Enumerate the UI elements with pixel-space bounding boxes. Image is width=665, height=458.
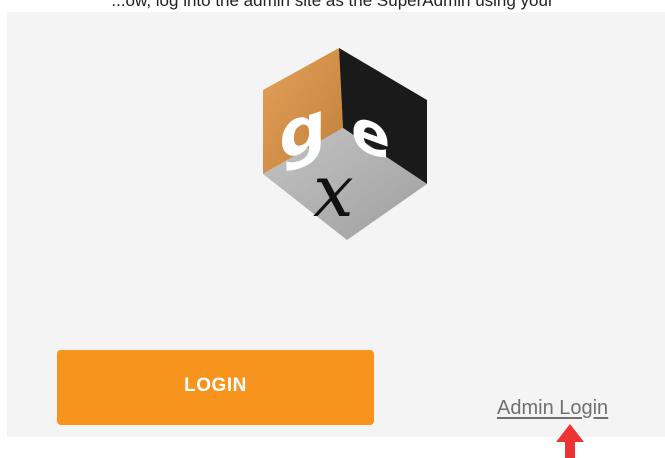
cube-letter-e: e: [351, 93, 390, 175]
gex-cube-logo-icon: g e x: [263, 48, 427, 240]
instruction-text: ...ow, log into the admin site as the Su…: [111, 0, 554, 10]
login-button-label: LOGIN: [184, 374, 247, 396]
cube-letter-x: x: [313, 149, 354, 233]
admin-login-link[interactable]: Admin Login: [497, 397, 608, 420]
red-up-arrow-icon: [556, 424, 584, 458]
login-button[interactable]: LOGIN: [57, 350, 374, 425]
